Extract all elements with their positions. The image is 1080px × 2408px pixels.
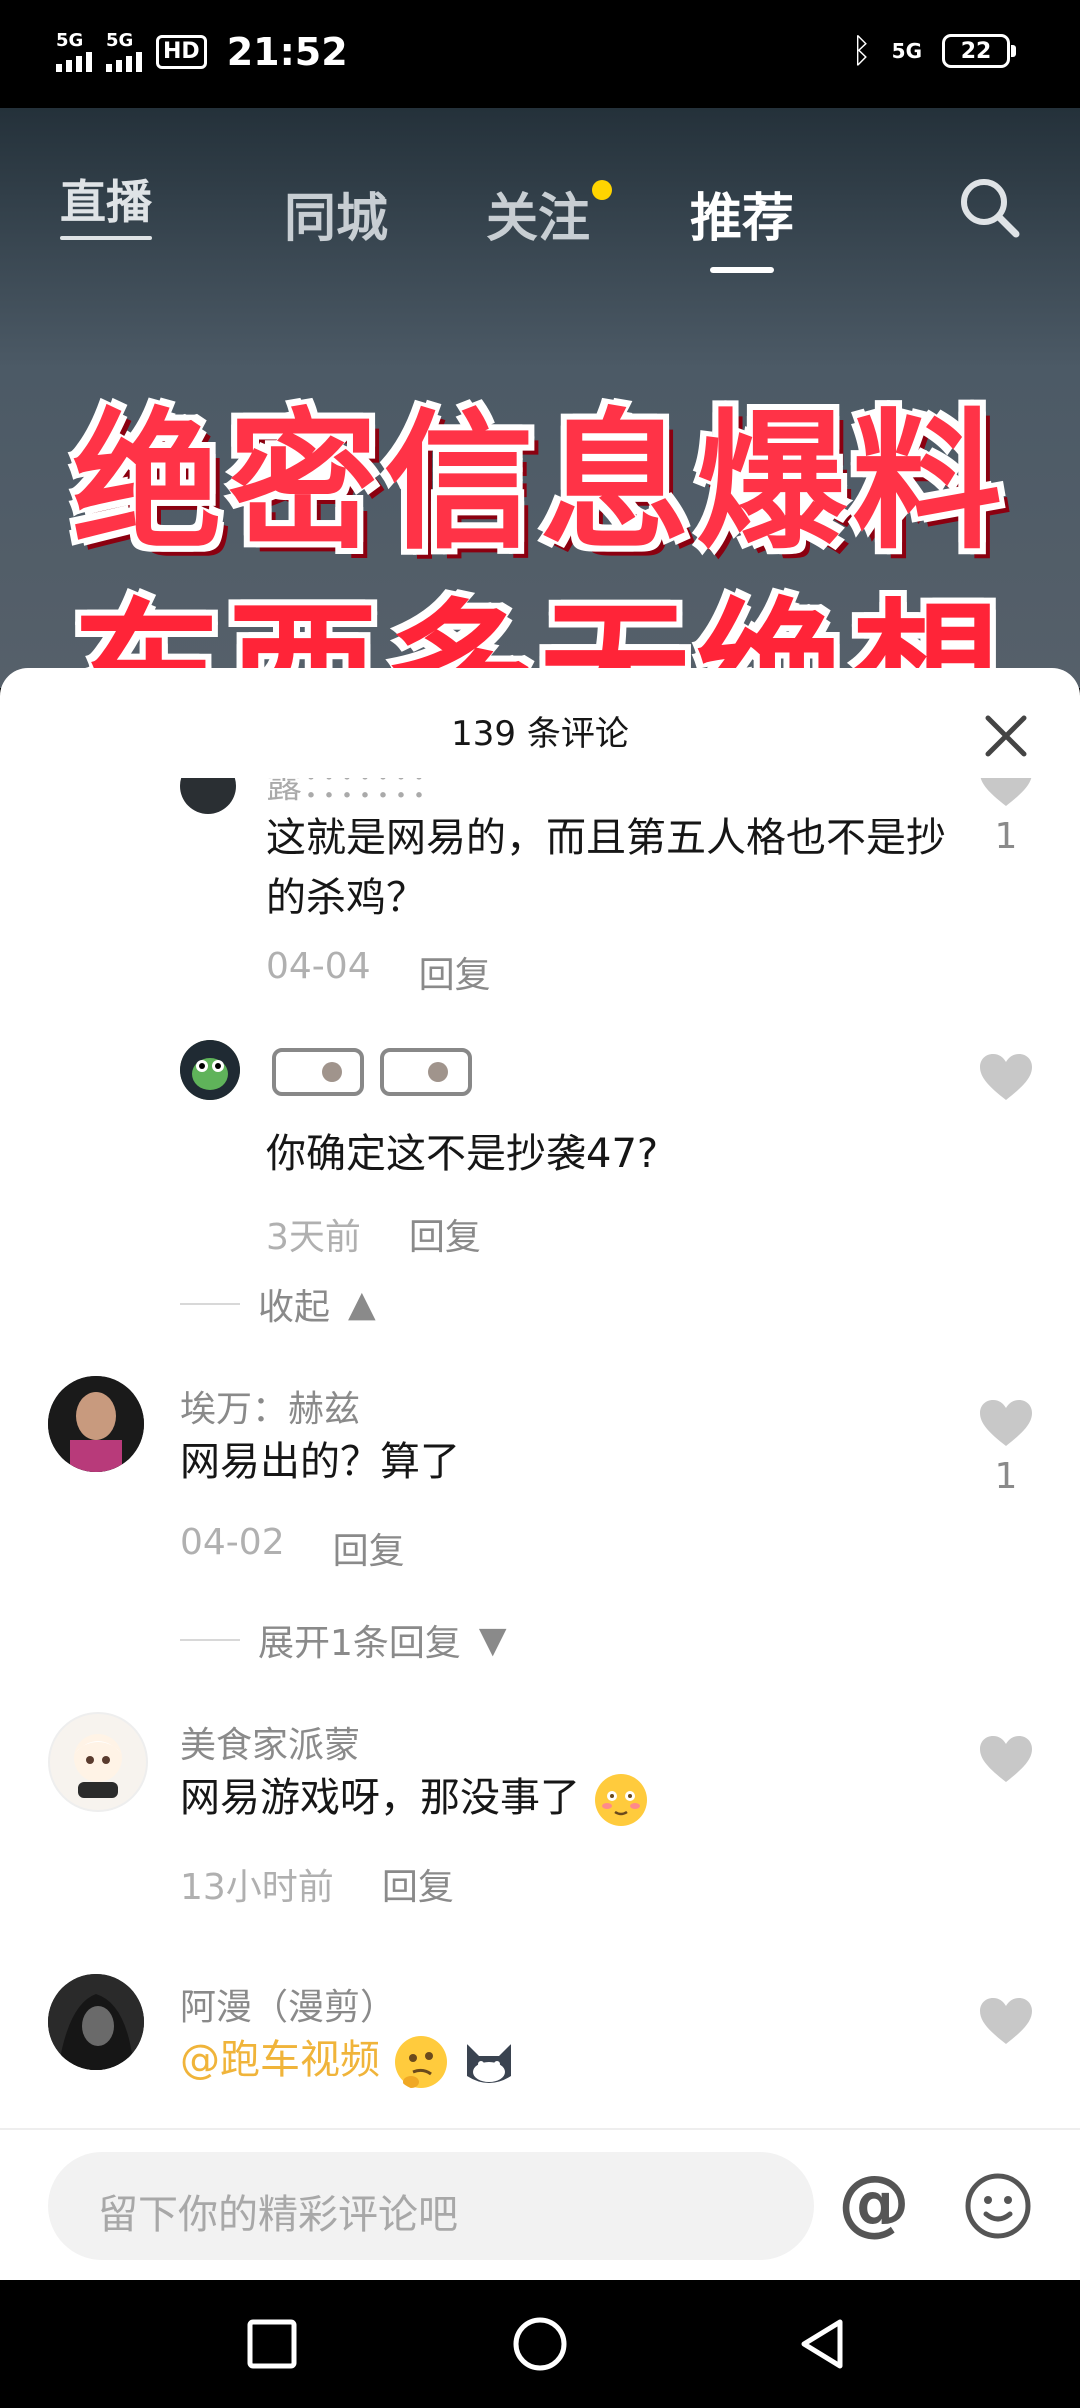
square-icon[interactable] xyxy=(244,2316,300,2372)
reply-item: 露：：：：：：： 这就是网易的，而且第五人格也不是抄的杀鸡？ 1 04-04 回… xyxy=(0,778,1080,996)
like-button[interactable] xyxy=(976,1052,1036,1106)
like-button[interactable] xyxy=(976,1734,1036,1788)
comment-item: 美食家派蒙 网易游戏呀，那没事了 13小时前 回复 xyxy=(0,1712,1080,1972)
comment-text: 这就是网易的，而且第五人格也不是抄的杀鸡？ xyxy=(266,815,946,921)
heart-icon xyxy=(980,1736,1032,1782)
notification-dot xyxy=(592,180,613,200)
top-nav: 直播 同城 关注 推荐 xyxy=(0,138,1080,273)
status-left: 5G 5G HD 21:52 xyxy=(56,30,348,74)
comments-count-title: 139 条评论 xyxy=(451,714,629,754)
back-icon[interactable] xyxy=(794,2316,850,2372)
mention-link[interactable]: @跑车视频 xyxy=(180,2037,380,2083)
system-nav-bar xyxy=(0,2280,1080,2408)
tab-follow[interactable]: 关注 xyxy=(486,176,613,251)
blush-emoji-icon xyxy=(594,1774,647,1826)
reply-button[interactable]: 回复 xyxy=(382,1858,454,1910)
screen: 5G 5G HD 21:52 ᛒ 5G 22 直播 同城 关注 推荐 绝密信息爆… xyxy=(0,0,1080,2408)
comments-sheet: 139 条评论 露：：：：：：： 这就是网易的，而且第五人格也不是抄的杀鸡？ 1… xyxy=(0,668,1080,2280)
comment-date: 13小时前 xyxy=(180,1867,334,1908)
heart-icon xyxy=(980,1054,1032,1100)
like-button[interactable] xyxy=(976,1996,1036,2050)
video-area[interactable]: 直播 同城 关注 推荐 绝密信息爆料 东西多无绝想多 xyxy=(0,108,1080,688)
comment-text: @跑车视频 xyxy=(180,2030,940,2090)
hd-badge: HD xyxy=(156,35,207,69)
signal-icon: 5G xyxy=(56,32,92,72)
clock: 21:52 xyxy=(226,30,348,74)
username[interactable]: 阿漫（漫剪） xyxy=(180,1978,396,2030)
username[interactable]: 美食家派蒙 xyxy=(180,1716,360,1768)
chevron-down-icon: ▼ xyxy=(478,1619,507,1661)
like-button[interactable]: 1 xyxy=(976,778,1036,857)
comment-meta: 13小时前 回复 xyxy=(180,1858,454,1910)
circle-icon[interactable] xyxy=(512,2316,568,2372)
at-icon[interactable]: @ xyxy=(838,2166,910,2238)
like-button[interactable]: 1 xyxy=(976,1398,1036,1497)
reply-button[interactable]: 回复 xyxy=(333,1522,405,1574)
reply-button[interactable]: 回复 xyxy=(409,1208,481,1260)
battery-icon: 22 xyxy=(942,34,1016,68)
thinking-emoji-icon xyxy=(394,2036,447,2088)
cat-emoji-icon xyxy=(467,2044,512,2083)
video-banner-line1: 绝密信息爆料 xyxy=(71,396,1008,570)
avatar[interactable] xyxy=(180,778,236,814)
tab-follow-label: 关注 xyxy=(486,189,591,249)
bluetooth-icon: ᛒ xyxy=(851,31,872,71)
comment-text: 你确定这不是抄袭47? xyxy=(266,1131,659,1177)
collapse-replies-button[interactable]: 收起 ▲ xyxy=(180,1278,376,1330)
status-right: ᛒ 5G 22 xyxy=(851,31,1016,71)
battery-level: 22 xyxy=(960,38,992,64)
comment-date: 04-02 xyxy=(180,1522,285,1563)
search-icon[interactable] xyxy=(958,176,1022,240)
signal-icon-2: 5G xyxy=(106,32,142,72)
avatar[interactable] xyxy=(48,1974,144,2070)
avatar[interactable] xyxy=(48,1376,144,1472)
comment-text: 网易游戏呀，那没事了 xyxy=(180,1768,940,1828)
live-button[interactable]: 直播 xyxy=(60,166,152,240)
username-emoji[interactable] xyxy=(272,1046,472,1107)
divider xyxy=(180,1639,240,1641)
like-count: 1 xyxy=(994,1456,1018,1497)
comment-input[interactable]: 留下你的精彩评论吧 xyxy=(48,2152,814,2260)
comment-meta: 04-04 回复 xyxy=(266,946,491,998)
expand-replies-button[interactable]: 展开1条回复 ▼ xyxy=(180,1614,507,1666)
tab-tongcheng[interactable]: 同城 xyxy=(284,176,388,251)
comment-meta: 04-02 回复 xyxy=(180,1522,405,1574)
comment-text: 网易出的？算了 xyxy=(180,1439,460,1485)
like-count: 1 xyxy=(994,816,1018,857)
avatar[interactable] xyxy=(180,1040,240,1100)
heart-icon xyxy=(980,778,1032,806)
heart-icon xyxy=(980,1998,1032,2044)
comment-date: 04-04 xyxy=(266,946,371,987)
tab-recommend[interactable]: 推荐 xyxy=(690,176,794,273)
comment-text-body: 网易游戏呀，那没事了 xyxy=(180,1775,580,1821)
comment-input-placeholder: 留下你的精彩评论吧 xyxy=(98,2192,458,2238)
comment-meta: 3天前 回复 xyxy=(266,1208,481,1260)
close-icon[interactable] xyxy=(984,714,1028,758)
expand-label: 展开1条回复 xyxy=(258,1623,461,1664)
comment-item: 埃万：赫兹 网易出的？算了 1 04-02 回复 xyxy=(0,1376,1080,1636)
reply-item: 你确定这不是抄袭47? 3天前 回复 xyxy=(0,1040,1080,1270)
comments-list[interactable]: 露：：：：：：： 这就是网易的，而且第五人格也不是抄的杀鸡？ 1 04-04 回… xyxy=(0,778,1080,2178)
status-bar: 5G 5G HD 21:52 ᛒ 5G 22 xyxy=(0,0,1080,108)
reply-button[interactable]: 回复 xyxy=(419,946,491,998)
collapse-label: 收起 xyxy=(258,1287,331,1328)
divider xyxy=(180,1303,240,1305)
network-type: 5G xyxy=(56,30,84,51)
username[interactable]: 露：：：：：：： xyxy=(266,778,446,808)
network-type-2: 5G xyxy=(106,30,134,51)
username[interactable]: 埃万：赫兹 xyxy=(180,1380,360,1432)
avatar[interactable] xyxy=(48,1712,148,1812)
network-type-right: 5G xyxy=(891,39,922,63)
smile-icon[interactable] xyxy=(964,2172,1032,2240)
chevron-up-icon: ▲ xyxy=(348,1283,376,1325)
heart-icon xyxy=(980,1400,1032,1446)
comment-date: 3天前 xyxy=(266,1217,361,1258)
comment-input-bar: 留下你的精彩评论吧 @ xyxy=(0,2128,1080,2282)
